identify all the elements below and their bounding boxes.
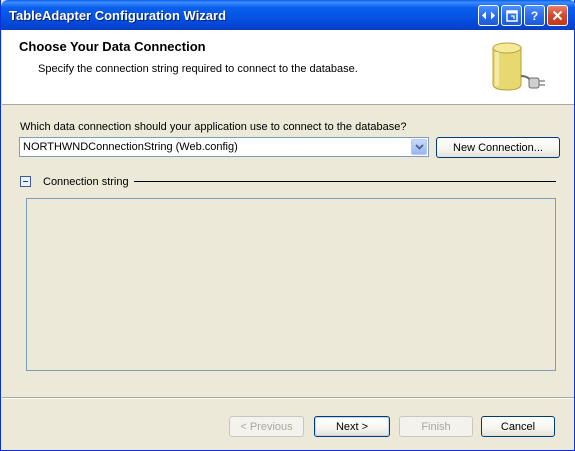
connection-select-value: NORTHWNDConnectionString (Web.config)	[23, 141, 238, 153]
connection-string-textbox[interactable]	[26, 198, 556, 371]
connection-question-text: Which data connection should your applic…	[20, 121, 407, 133]
help-button[interactable]: ?	[524, 5, 545, 26]
restore-button[interactable]	[501, 5, 522, 26]
finish-label: Finish	[421, 420, 451, 433]
next-label: Next >	[335, 420, 369, 433]
connection-select[interactable]: NORTHWNDConnectionString (Web.config)	[19, 137, 429, 157]
finish-button[interactable]: Finish	[399, 416, 473, 437]
wizard-window: TableAdapter Configuration Wizard ? Choo…	[0, 0, 575, 451]
wizard-header: Choose Your Data Connection Specify the …	[2, 30, 574, 105]
page-title: Choose Your Data Connection	[19, 39, 206, 54]
cancel-button[interactable]: Cancel	[481, 416, 555, 437]
previous-label: < Previous	[240, 420, 293, 433]
connection-string-collapse-toggle[interactable]	[20, 176, 31, 187]
window-title: TableAdapter Configuration Wizard	[9, 8, 227, 23]
previous-button[interactable]: < Previous	[229, 416, 304, 437]
new-connection-button[interactable]: New Connection...	[436, 137, 560, 158]
footer-divider-highlight	[2, 398, 574, 399]
close-button[interactable]	[547, 5, 568, 26]
left-right-arrows-icon	[482, 11, 495, 20]
cancel-label: Cancel	[500, 420, 536, 433]
chevron-down-icon	[414, 144, 424, 150]
connection-question-label: Which data connection should your applic…	[20, 121, 406, 133]
connection-string-label: Connection string	[43, 176, 129, 188]
new-connection-label: New Connection...	[453, 141, 543, 154]
next-button[interactable]: Next >	[314, 416, 390, 437]
connection-select-dropdown-button[interactable]	[411, 139, 427, 155]
title-bar[interactable]: TableAdapter Configuration Wizard ?	[1, 0, 575, 30]
connection-string-divider	[134, 181, 556, 182]
question-mark-icon: ?	[530, 8, 539, 23]
minus-icon	[23, 181, 28, 182]
help-arrows-button[interactable]	[478, 5, 499, 26]
close-icon	[552, 10, 563, 21]
database-plug-icon	[492, 42, 545, 91]
restore-window-icon	[505, 9, 518, 22]
page-subtitle: Specify the connection string required t…	[38, 63, 358, 75]
